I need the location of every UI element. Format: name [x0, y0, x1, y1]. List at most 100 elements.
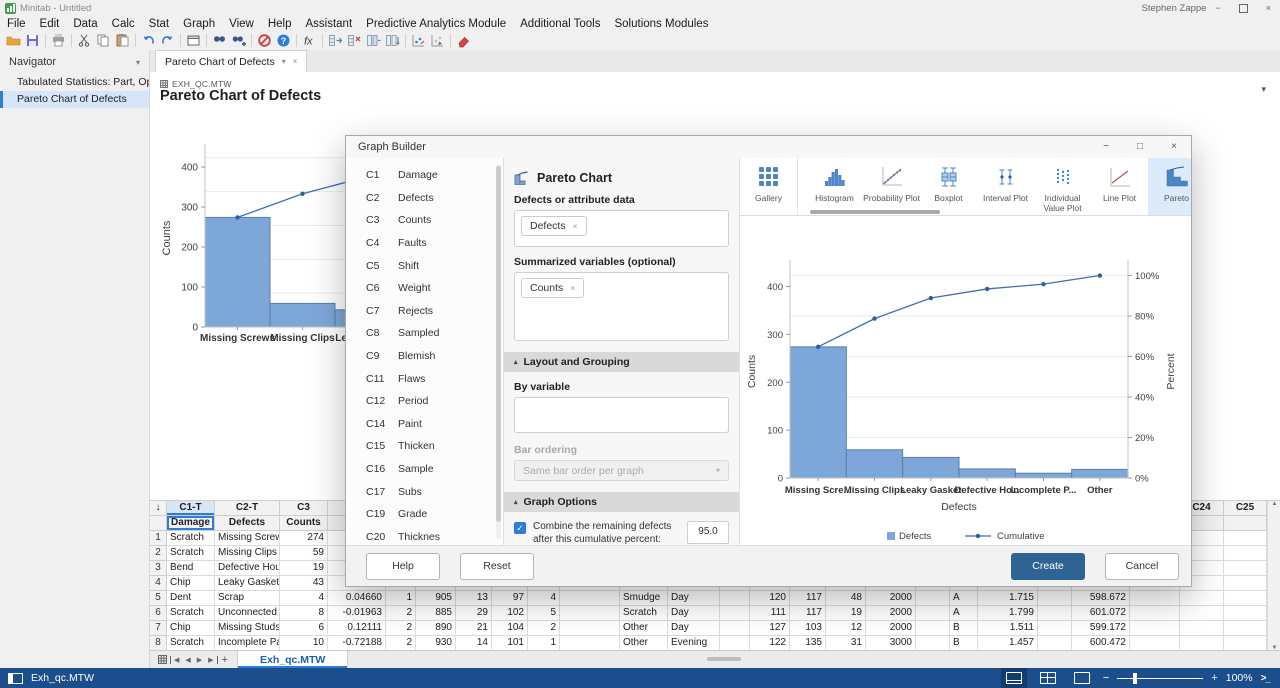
- undo-icon[interactable]: [140, 33, 157, 48]
- zoom-level[interactable]: 100%: [1226, 672, 1253, 684]
- cell-r5-c5[interactable]: 1: [386, 591, 416, 606]
- cell-r5-c4[interactable]: 0.04660: [328, 591, 386, 606]
- cell-r7-c14[interactable]: 127: [750, 621, 790, 636]
- cut-icon[interactable]: [76, 33, 93, 48]
- navigator-item-pareto-chart-of-defects[interactable]: Pareto Chart of Defects: [0, 91, 149, 108]
- cell-r8-c12[interactable]: Evening: [668, 636, 720, 651]
- cell-r7-c10[interactable]: [560, 621, 620, 636]
- open-file-icon[interactable]: [5, 33, 22, 48]
- cell-r7-c25[interactable]: [1224, 621, 1267, 636]
- cell-r8-c17[interactable]: 3000: [866, 636, 916, 651]
- formula-icon[interactable]: fx: [301, 33, 318, 48]
- cancel-button[interactable]: Cancel: [1105, 553, 1179, 580]
- cell-r3-c2[interactable]: Defective Housi: [215, 561, 280, 576]
- cell-r6-c16[interactable]: 19: [826, 606, 866, 621]
- row-number-5[interactable]: 5: [150, 591, 167, 606]
- combine-checkbox[interactable]: ✓: [514, 522, 526, 534]
- cell-r8-c14[interactable]: 122: [750, 636, 790, 651]
- bar-ordering-select[interactable]: Same bar order per graph ▾: [514, 460, 729, 481]
- summarized-field[interactable]: Counts ×: [514, 272, 729, 341]
- graph-options-section-header[interactable]: ▴ Graph Options: [504, 492, 739, 512]
- cell-r6-c11[interactable]: Scratch: [620, 606, 668, 621]
- cell-r8-c6[interactable]: 930: [416, 636, 456, 651]
- column-item-c7[interactable]: C7Rejects: [346, 300, 503, 323]
- gallery-item-boxplot[interactable]: Boxplot: [920, 158, 977, 215]
- cell-r6-c3[interactable]: 8: [280, 606, 328, 621]
- worksheet-vertical-scrollbar[interactable]: ▲ ▼: [1267, 500, 1280, 651]
- cell-r4-c25[interactable]: [1224, 576, 1267, 591]
- column-name-damage[interactable]: Damage: [167, 516, 215, 531]
- column-item-c3[interactable]: C3Counts: [346, 209, 503, 232]
- gallery-item-gallery[interactable]: Gallery: [740, 158, 798, 215]
- column-header-c25[interactable]: C25: [1224, 501, 1267, 516]
- row-number-2[interactable]: 2: [150, 546, 167, 561]
- cell-r5-c12[interactable]: Day: [668, 591, 720, 606]
- restore-button[interactable]: [1239, 4, 1248, 13]
- cell-r6-c2[interactable]: Unconnected Wir: [215, 606, 280, 621]
- gallery-scrollbar[interactable]: [810, 210, 940, 214]
- cell-r5-c25[interactable]: [1224, 591, 1267, 606]
- cell-r1-c3[interactable]: 274: [280, 531, 328, 546]
- row-number-8[interactable]: 8: [150, 636, 167, 651]
- cell-r6-c6[interactable]: 885: [416, 606, 456, 621]
- output-options-chevron-icon[interactable]: ▾: [1261, 84, 1266, 95]
- redo-icon[interactable]: [159, 33, 176, 48]
- cell-r7-c13[interactable]: [720, 621, 750, 636]
- cell-r5-c15[interactable]: 117: [790, 591, 826, 606]
- cell-r6-c25[interactable]: [1224, 606, 1267, 621]
- cell-r8-c15[interactable]: 135: [790, 636, 826, 651]
- column-item-c15[interactable]: C15Thicken: [346, 435, 503, 458]
- cell-r6-c24[interactable]: [1180, 606, 1224, 621]
- tab-close-icon[interactable]: ×: [293, 57, 298, 66]
- zoom-out-button[interactable]: −: [1103, 672, 1109, 684]
- next-worksheet-icon[interactable]: ▶: [194, 656, 205, 664]
- cell-r6-c14[interactable]: 111: [750, 606, 790, 621]
- cell-r5-c2[interactable]: Scrap: [215, 591, 280, 606]
- cell-r5-c10[interactable]: [560, 591, 620, 606]
- worksheet-tab-exh-qc[interactable]: Exh_qc.MTW: [237, 651, 348, 668]
- cell-r7-c1[interactable]: Chip: [167, 621, 215, 636]
- column-item-c17[interactable]: C17Subs: [346, 480, 503, 503]
- menu-additional-tools[interactable]: Additional Tools: [513, 18, 607, 30]
- cell-r1-c25[interactable]: [1224, 531, 1267, 546]
- help-button[interactable]: Help: [366, 553, 440, 580]
- dialog-minimize-icon[interactable]: −: [1089, 136, 1123, 158]
- find-next-icon[interactable]: [230, 33, 247, 48]
- cell-r8-c23[interactable]: [1130, 636, 1180, 651]
- cell-r5-c16[interactable]: 48: [826, 591, 866, 606]
- cell-r7-c21[interactable]: [1038, 621, 1072, 636]
- cell-r8-c18[interactable]: [916, 636, 950, 651]
- cell-r8-c9[interactable]: 1: [528, 636, 560, 651]
- prev-worksheet-icon[interactable]: ◀: [182, 656, 193, 664]
- cell-r7-c18[interactable]: [916, 621, 950, 636]
- cell-r6-c20[interactable]: 1.799: [978, 606, 1038, 621]
- column-item-c4[interactable]: C4Faults: [346, 232, 503, 255]
- gallery-item-interval-plot[interactable]: Interval Plot: [977, 158, 1034, 215]
- cell-r7-c17[interactable]: 2000: [866, 621, 916, 636]
- cancel-icon[interactable]: [256, 33, 273, 48]
- scroll-up-icon[interactable]: ▲: [1272, 501, 1278, 507]
- layout-grouping-section-header[interactable]: ▴ Layout and Grouping: [504, 352, 739, 372]
- select-points-icon[interactable]: [429, 33, 446, 48]
- cell-r5-c13[interactable]: [720, 591, 750, 606]
- zoom-slider-thumb[interactable]: [1133, 673, 1137, 684]
- cell-r8-c13[interactable]: [720, 636, 750, 651]
- gallery-item-line-plot[interactable]: Line Plot: [1091, 158, 1148, 215]
- copy-icon[interactable]: [95, 33, 112, 48]
- cell-r8-c25[interactable]: [1224, 636, 1267, 651]
- column-item-c12[interactable]: C12Period: [346, 390, 503, 413]
- cell-r6-c23[interactable]: [1130, 606, 1180, 621]
- by-variable-field[interactable]: [514, 397, 729, 433]
- print-icon[interactable]: [50, 33, 67, 48]
- cell-r6-c12[interactable]: Day: [668, 606, 720, 621]
- cell-r7-c4[interactable]: 0.12111: [328, 621, 386, 636]
- cell-r5-c20[interactable]: 1.715: [978, 591, 1038, 606]
- cell-r7-c22[interactable]: 599.172: [1072, 621, 1130, 636]
- column-item-c19[interactable]: C19Grade: [346, 503, 503, 526]
- tab-pareto-chart-of-defects[interactable]: Pareto Chart of Defects ▾ ×: [155, 50, 307, 72]
- row-number-4[interactable]: 4: [150, 576, 167, 591]
- move-columns-icon[interactable]: [365, 33, 382, 48]
- menu-assistant[interactable]: Assistant: [298, 18, 359, 30]
- eraser-icon[interactable]: [455, 33, 472, 48]
- row-number-3[interactable]: 3: [150, 561, 167, 576]
